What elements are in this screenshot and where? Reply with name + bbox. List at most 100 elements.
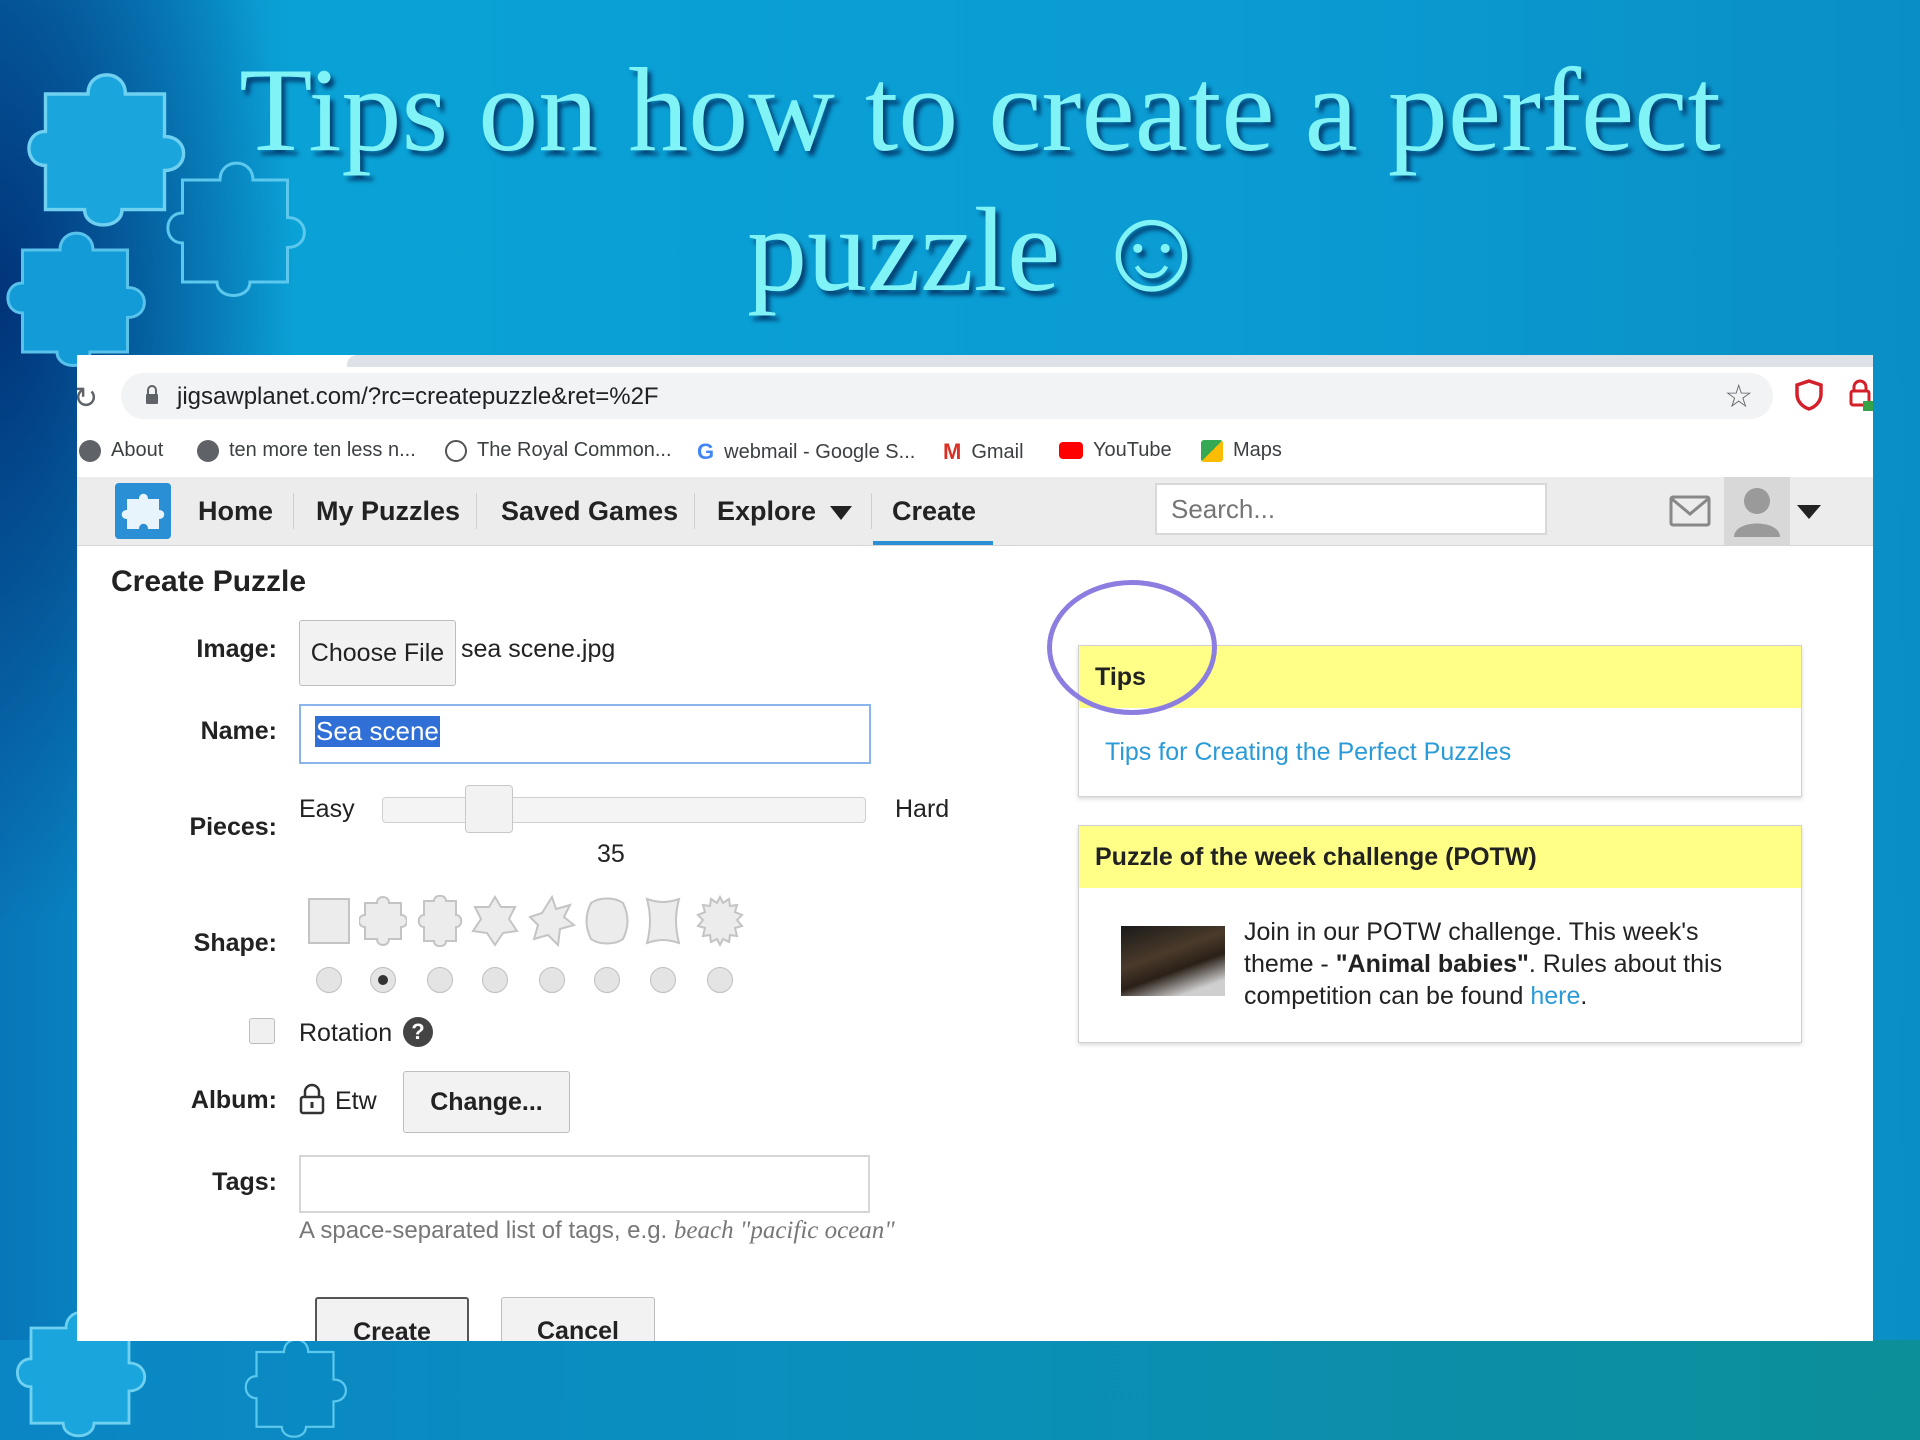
extension-icon[interactable] [1847, 379, 1873, 411]
bookmark-label: The Royal Common... [477, 439, 672, 461]
tags-input[interactable] [299, 1155, 870, 1213]
tags-hint: A space-separated list of tags, e.g. bea… [299, 1217, 895, 1245]
mail-icon[interactable] [1669, 495, 1711, 527]
pieces-slider-track[interactable] [382, 797, 866, 823]
shape-option-1-icon[interactable] [305, 895, 353, 947]
potw-text-3: . [1580, 982, 1588, 1010]
nav-separator [694, 493, 695, 529]
tips-link[interactable]: Tips for Creating the Perfect Puzzles [1105, 738, 1511, 767]
image-label: Image: [196, 635, 277, 663]
rotation-label: Rotation [299, 1019, 393, 1047]
browser-toolbar: ↻ jigsawplanet.com/?rc=createpuzzle&ret=… [77, 355, 1873, 480]
shape-radio-6[interactable] [594, 967, 620, 993]
account-caret-down-icon[interactable] [1797, 505, 1821, 519]
highlight-circle [1047, 580, 1217, 715]
bookmark-about[interactable]: About [79, 439, 163, 462]
puzzle-name-input[interactable]: Sea scene [299, 704, 871, 764]
nav-explore[interactable]: Explore [717, 477, 852, 545]
change-album-button[interactable]: Change... [403, 1071, 570, 1133]
bookmark-label: Maps [1233, 439, 1282, 461]
shape-option-3-icon[interactable] [416, 895, 464, 947]
pieces-count: 35 [597, 840, 625, 868]
google-icon: G [697, 439, 715, 464]
bookmark-label: YouTube [1093, 439, 1172, 461]
shield-extension-icon[interactable] [1794, 379, 1824, 411]
shape-radio-3[interactable] [427, 967, 453, 993]
nav-saved-games[interactable]: Saved Games [501, 477, 678, 545]
nav-home[interactable]: Home [198, 477, 273, 545]
shape-option-5-icon[interactable] [528, 895, 576, 947]
puzzle-name-value: Sea scene [315, 716, 440, 747]
potw-thumbnail[interactable] [1121, 926, 1225, 996]
help-question-icon[interactable]: ? [403, 1017, 433, 1047]
rotation-checkbox[interactable] [249, 1018, 275, 1044]
address-bar[interactable]: jigsawplanet.com/?rc=createpuzzle&ret=%2… [121, 373, 1773, 419]
slide-title-line-1: Tips on how to create a perfect [239, 43, 1721, 176]
bookmark-royal-common[interactable]: The Royal Common... [445, 439, 672, 462]
globe-icon [197, 439, 219, 462]
page-title: Create Puzzle [111, 565, 307, 598]
globe-icon [79, 439, 101, 462]
pieces-label: Pieces: [189, 813, 277, 841]
padlock-icon [299, 1083, 325, 1115]
album-name: Etw [335, 1087, 377, 1115]
potw-description: Join in our POTW challenge. This week's … [1244, 916, 1774, 1012]
bookmark-gmail[interactable]: M Gmail [943, 439, 1024, 465]
caret-down-icon [829, 506, 852, 520]
slide-title: Tips on how to create a perfect puzzle ☺ [160, 40, 1800, 320]
potw-theme: "Animal babies" [1335, 950, 1529, 978]
cancel-button[interactable]: Cancel [501, 1297, 655, 1341]
gmail-icon: M [943, 439, 962, 464]
jigsaw-planet-logo-icon[interactable] [115, 483, 171, 539]
maps-icon [1201, 439, 1223, 462]
tab-strip-edge [347, 355, 1873, 367]
nav-separator [871, 493, 872, 529]
reload-icon[interactable]: ↻ [77, 381, 98, 416]
selected-file-name: sea scene.jpg [461, 635, 616, 663]
lock-icon [146, 385, 158, 404]
bookmark-webmail[interactable]: G webmail - Google S... [697, 439, 915, 465]
nav-explore-label: Explore [717, 496, 817, 526]
bookmark-youtube[interactable]: YouTube [1059, 439, 1172, 462]
nav-separator [476, 493, 477, 529]
youtube-icon [1059, 442, 1083, 459]
shape-radio-8[interactable] [707, 967, 733, 993]
bookmark-label: About [111, 439, 164, 461]
bookmark-maps[interactable]: Maps [1201, 439, 1282, 462]
shape-option-2-icon[interactable] [359, 895, 407, 947]
create-button[interactable]: Create [315, 1297, 469, 1341]
user-avatar[interactable] [1724, 477, 1790, 545]
shape-option-4-icon[interactable] [471, 895, 519, 947]
site-search-input[interactable] [1155, 483, 1547, 535]
shape-radio-2[interactable] [370, 967, 396, 993]
shape-option-7-icon[interactable] [639, 895, 687, 947]
potw-card: Puzzle of the week challenge (POTW) Join… [1078, 825, 1802, 1043]
puzzle-piece-decoration [6, 231, 146, 367]
nav-create[interactable]: Create [892, 477, 976, 545]
pieces-slider-handle[interactable] [465, 785, 513, 833]
puzzle-piece-decoration [244, 1338, 347, 1438]
shape-radio-5[interactable] [539, 967, 565, 993]
nav-active-indicator [873, 541, 993, 545]
bookmark-label: ten more ten less n... [229, 439, 416, 461]
site-navigation: Home My Puzzles Saved Games Explore Crea… [77, 477, 1873, 546]
address-url: jigsawplanet.com/?rc=createpuzzle&ret=%2… [177, 383, 659, 410]
user-icon [1734, 488, 1780, 537]
pieces-hard-label: Hard [895, 795, 950, 823]
name-label: Name: [200, 717, 277, 745]
bookmark-label: Gmail [971, 440, 1024, 463]
bookmark-ten-more-ten-less[interactable]: ten more ten less n... [197, 439, 416, 462]
nav-separator [293, 493, 294, 529]
potw-rules-link[interactable]: here [1530, 982, 1580, 1010]
shape-radio-4[interactable] [482, 967, 508, 993]
bookmark-star-icon[interactable]: ☆ [1724, 377, 1753, 415]
shape-radio-1[interactable] [316, 967, 342, 993]
royal-crest-icon [445, 439, 467, 462]
shape-radio-7[interactable] [650, 967, 676, 993]
bookmarks-bar: About ten more ten less n... The Royal C… [77, 433, 1873, 473]
nav-my-puzzles[interactable]: My Puzzles [316, 477, 460, 545]
shape-option-6-icon[interactable] [583, 895, 631, 947]
choose-file-button[interactable]: Choose File [299, 620, 456, 686]
tags-hint-prefix: A space-separated list of tags, e.g. [299, 1217, 668, 1244]
shape-option-8-icon[interactable] [696, 895, 744, 947]
